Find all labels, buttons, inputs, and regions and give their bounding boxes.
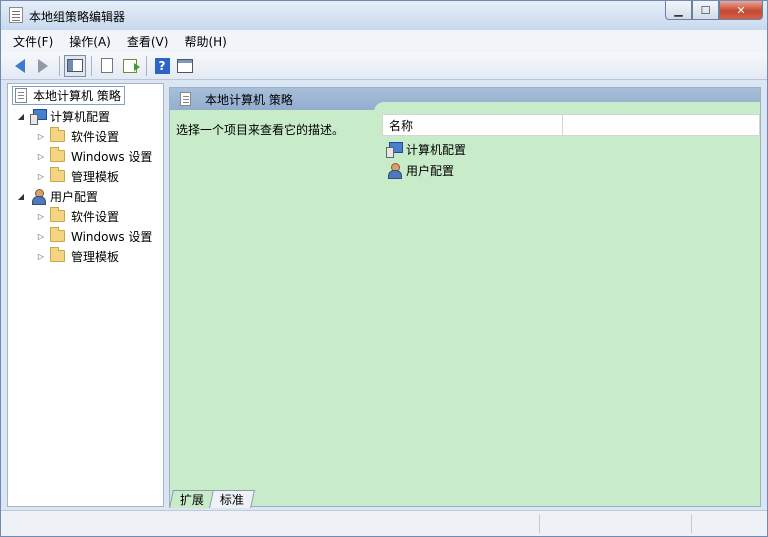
toolbar: ? (1, 52, 767, 80)
app-icon (9, 7, 23, 23)
menu-help[interactable]: 帮助(H) (178, 31, 232, 52)
expand-toggle-icon[interactable]: ◢ (16, 112, 26, 121)
forward-button[interactable] (32, 55, 54, 77)
show-hide-tree-icon (67, 59, 83, 72)
collapse-toggle-icon[interactable]: ▷ (36, 212, 46, 221)
tree-item-software-settings[interactable]: ▷ 软件设置 (36, 206, 119, 226)
folder-icon (50, 147, 65, 162)
window-controls: ▁ ☐ ✕ (665, 1, 763, 21)
tree-item-windows-settings[interactable]: ▷ Windows 设置 (36, 226, 152, 246)
list-header: 名称 (382, 114, 760, 136)
tree-item-label: 管理模板 (71, 169, 120, 184)
tree-item-label: 用户配置 (50, 189, 99, 204)
list-item-label: 用户配置 (406, 163, 455, 178)
toolbar-separator (59, 55, 60, 76)
tree-item-admin-templates[interactable]: ▷ 管理模板 (36, 246, 119, 266)
toolbar-separator (91, 55, 92, 76)
title-bar[interactable]: 本地组策略编辑器 ▁ ☐ ✕ (1, 1, 767, 30)
help-icon: ? (154, 57, 170, 74)
close-button[interactable]: ✕ (719, 1, 763, 20)
export-list-icon (123, 58, 140, 73)
status-divider (539, 514, 540, 533)
tree-item-label: 软件设置 (71, 129, 120, 144)
tree-item-admin-templates[interactable]: ▷ 管理模板 (36, 166, 119, 186)
back-icon (15, 58, 25, 73)
menu-view[interactable]: 查看(V) (121, 31, 175, 52)
folder-icon (50, 167, 65, 182)
menu-action[interactable]: 操作(A) (63, 31, 117, 52)
tree-item-software-settings[interactable]: ▷ 软件设置 (36, 126, 119, 146)
collapse-toggle-icon[interactable]: ▷ (36, 132, 46, 141)
tab-label: 标准 (219, 493, 244, 507)
expand-toggle-icon[interactable]: ◢ (16, 192, 26, 201)
tree-item-label: Windows 设置 (71, 149, 153, 164)
view-tabs: 扩展 标准 (169, 488, 255, 508)
tree-item-label: Windows 设置 (71, 229, 153, 244)
help-button[interactable]: ? (151, 55, 173, 77)
folder-icon (50, 247, 65, 262)
collapse-toggle-icon[interactable]: ▷ (36, 252, 46, 261)
folder-icon (50, 207, 65, 222)
status-divider (691, 514, 692, 533)
export-list-button[interactable] (119, 55, 141, 77)
user-icon (386, 162, 402, 179)
menu-bar: 文件(F) 操作(A) 查看(V) 帮助(H) (1, 30, 767, 52)
policy-document-icon (180, 92, 191, 106)
computer-icon (30, 109, 47, 125)
main-window: 本地组策略编辑器 ▁ ☐ ✕ 文件(F) 操作(A) 查看(V) 帮助(H) ?… (0, 0, 768, 537)
menu-file[interactable]: 文件(F) (7, 31, 59, 52)
tree-item-root[interactable]: 本地计算机 策略 (12, 86, 125, 105)
tree-item-label: 计算机配置 (50, 109, 111, 124)
action-pane-button[interactable] (174, 55, 196, 77)
collapse-toggle-icon[interactable]: ▷ (36, 152, 46, 161)
tree-item-user-config[interactable]: ◢ 用户配置 (16, 186, 98, 206)
properties-button[interactable] (96, 55, 118, 77)
properties-icon (101, 58, 113, 73)
back-button[interactable] (9, 55, 31, 77)
details-pane: 本地计算机 策略 选择一个项目来查看它的描述。 名称 计算机配置 用户配置 (169, 87, 761, 507)
status-bar (1, 510, 767, 536)
details-title: 本地计算机 策略 (205, 92, 293, 107)
tree-item-label: 本地计算机 策略 (33, 89, 121, 103)
list-item-label: 计算机配置 (406, 142, 467, 157)
tree-item-computer-config[interactable]: ◢ 计算机配置 (16, 106, 110, 126)
list-item-user-config[interactable]: 用户配置 (386, 160, 454, 180)
folder-icon (50, 227, 65, 242)
folder-icon (50, 127, 65, 142)
tree-item-windows-settings[interactable]: ▷ Windows 设置 (36, 146, 152, 166)
computer-icon (386, 142, 403, 158)
tab-extended[interactable]: 扩展 (169, 490, 215, 508)
items-list: 名称 计算机配置 用户配置 (374, 102, 760, 506)
forward-icon (38, 58, 48, 73)
maximize-button[interactable]: ☐ (692, 1, 719, 20)
action-pane-icon (177, 58, 193, 73)
minimize-button[interactable]: ▁ (665, 1, 692, 20)
policy-document-icon (15, 88, 27, 103)
collapse-toggle-icon[interactable]: ▷ (36, 232, 46, 241)
tab-label: 扩展 (179, 493, 204, 507)
description-text: 选择一个项目来查看它的描述。 (176, 123, 345, 137)
tree-item-label: 管理模板 (71, 249, 120, 264)
show-hide-tree-button[interactable] (64, 54, 86, 77)
collapse-toggle-icon[interactable]: ▷ (36, 172, 46, 181)
toolbar-separator (146, 55, 147, 76)
list-item-computer-config[interactable]: 计算机配置 (386, 139, 466, 159)
tree-pane[interactable]: 本地计算机 策略 ◢ 计算机配置 ▷ 软件设置 ▷ Windows 设置 ▷ 管… (7, 83, 164, 507)
column-header-name[interactable]: 名称 (383, 115, 563, 135)
window-title: 本地组策略编辑器 (29, 10, 126, 24)
tree-item-label: 软件设置 (71, 209, 120, 224)
user-icon (30, 188, 46, 205)
tab-standard[interactable]: 标准 (209, 490, 255, 508)
